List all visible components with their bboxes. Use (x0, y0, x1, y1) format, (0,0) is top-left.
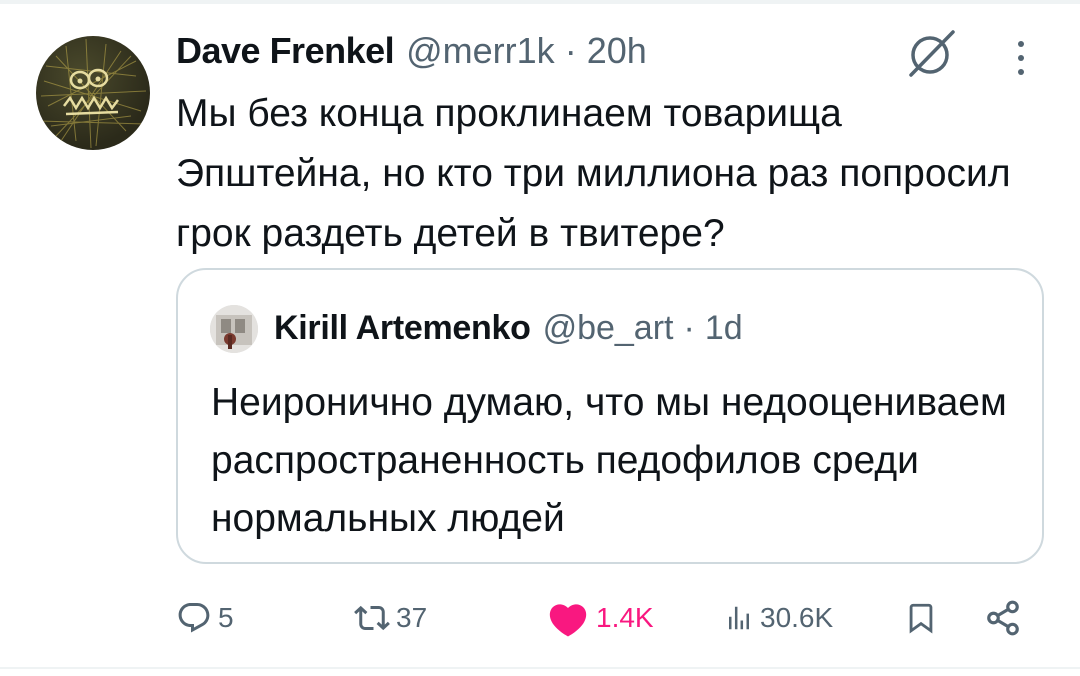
reply-icon (178, 603, 210, 633)
like-count: 1.4K (596, 602, 654, 633)
quote-avatar-image (210, 305, 258, 353)
share-button[interactable] (984, 592, 1022, 644)
reply-button[interactable]: 5 (176, 592, 234, 644)
quote-meta-separator: · (683, 308, 695, 347)
repost-count: 37 (396, 602, 428, 633)
author-handle[interactable]: @merr1k (406, 30, 555, 72)
views-button[interactable]: 30.6K (724, 592, 833, 644)
quote-author-handle[interactable]: @be_art (543, 309, 674, 348)
quote-author-name[interactable]: Kirill Artemenko (274, 309, 531, 348)
quote-time[interactable]: 1d (705, 309, 743, 348)
quote-author-avatar[interactable] (210, 305, 258, 353)
like-button[interactable]: 1.4K (546, 592, 654, 644)
action-bar: 5 37 1.4K 30.6K (176, 592, 1036, 644)
heart-filled-icon (549, 604, 587, 637)
share-icon (987, 600, 1019, 636)
author-name[interactable]: Dave Frenkel (176, 30, 395, 72)
bookmark-button[interactable] (904, 592, 938, 644)
bookmark-icon (909, 603, 933, 634)
meta-separator: · (564, 30, 577, 71)
reply-count: 5 (218, 602, 234, 633)
more-vertical-icon[interactable] (1010, 38, 1032, 78)
views-icon (729, 606, 749, 630)
repost-button[interactable]: 37 (354, 592, 427, 644)
author-avatar[interactable] (36, 36, 150, 150)
tweet-time[interactable]: 20h (587, 30, 647, 72)
top-divider (0, 0, 1080, 4)
views-count: 30.6K (760, 602, 834, 633)
tweet-header: Dave Frenkel @merr1k · 20h (176, 26, 647, 76)
quote-text: Неиронично думаю, что мы недооцениваем р… (211, 381, 1007, 540)
tweet-text: Мы без конца проклинаем товарища Эпштейн… (176, 92, 1011, 255)
bottom-divider (0, 667, 1080, 669)
quoted-tweet[interactable]: Kirill Artemenko @be_art · 1d Неиронично… (176, 268, 1044, 564)
monster-avatar-image (38, 38, 147, 149)
grok-icon[interactable] (905, 28, 959, 78)
repost-icon (354, 605, 390, 631)
quote-header: Kirill Artemenko @be_art · 1d (274, 302, 743, 354)
